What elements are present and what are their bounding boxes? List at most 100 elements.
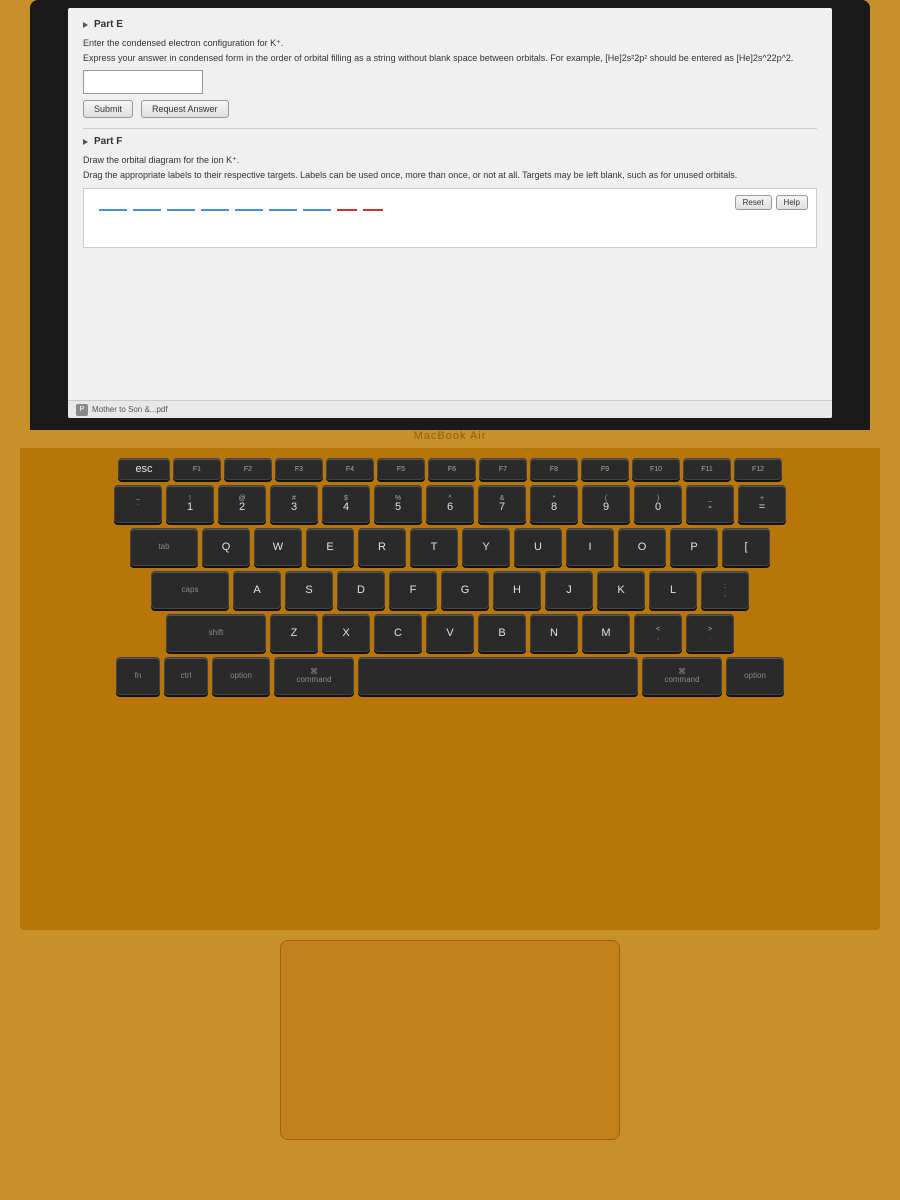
key-f12[interactable]: F12: [734, 458, 782, 480]
key-f11[interactable]: F11: [683, 458, 731, 480]
orbital-line-1: [99, 209, 127, 211]
screen-bezel: Part E Enter the condensed electron conf…: [30, 0, 870, 430]
screen-content: Part E Enter the condensed electron conf…: [68, 8, 832, 418]
key-equals[interactable]: + =: [738, 485, 786, 523]
fn-key-row: esc F1 F2 F3 F4 F5 F6: [35, 458, 865, 480]
help-button[interactable]: Help: [776, 195, 808, 210]
orbital-diagram[interactable]: Reset Help: [83, 188, 817, 248]
option-right-label: option: [744, 672, 766, 680]
orbital-lines-container: [84, 189, 816, 231]
key-9[interactable]: ( 9: [582, 485, 630, 523]
key-option-left[interactable]: option: [212, 657, 270, 695]
key-y[interactable]: Y: [462, 528, 510, 566]
key-6[interactable]: ^ 6: [426, 485, 474, 523]
key-w[interactable]: W: [254, 528, 302, 566]
trackpad[interactable]: [280, 940, 620, 1140]
key-z[interactable]: Z: [270, 614, 318, 652]
key-shift-left[interactable]: shift: [166, 614, 266, 652]
key-f8[interactable]: F8: [530, 458, 578, 480]
key-3[interactable]: # 3: [270, 485, 318, 523]
key-f2[interactable]: F2: [224, 458, 272, 480]
orbital-line-3: [167, 209, 195, 211]
key-command-right[interactable]: ⌘ command: [642, 657, 722, 695]
key-x[interactable]: X: [322, 614, 370, 652]
key-h[interactable]: H: [493, 571, 541, 609]
key-a[interactable]: A: [233, 571, 281, 609]
submit-button[interactable]: Submit: [83, 100, 133, 118]
key-l[interactable]: L: [649, 571, 697, 609]
key-g[interactable]: G: [441, 571, 489, 609]
command-left-label: command: [296, 676, 331, 684]
key-f[interactable]: F: [389, 571, 437, 609]
part-f-instruction2: Drag the appropriate labels to their res…: [83, 170, 817, 182]
bottom-bar-file-label: Mother to Son &...pdf: [92, 405, 168, 414]
key-option-right[interactable]: option: [726, 657, 784, 695]
key-e[interactable]: E: [306, 528, 354, 566]
key-caps-lock[interactable]: caps: [151, 571, 229, 609]
part-f-label: Part F: [94, 135, 122, 149]
key-d[interactable]: D: [337, 571, 385, 609]
modifier-row: fn ctrl option ⌘ command ⌘ command: [35, 657, 865, 695]
key-m[interactable]: M: [582, 614, 630, 652]
reset-button[interactable]: Reset: [735, 195, 772, 210]
key-c[interactable]: C: [374, 614, 422, 652]
key-esc[interactable]: esc: [118, 458, 170, 480]
request-answer-button[interactable]: Request Answer: [141, 100, 229, 118]
orbital-line-2: [133, 209, 161, 211]
key-b[interactable]: B: [478, 614, 526, 652]
part-e-instruction1: Enter the condensed electron configurati…: [83, 38, 817, 50]
key-8[interactable]: * 8: [530, 485, 578, 523]
part-e-header: Part E: [83, 18, 817, 32]
part-e-instruction2: Express your answer in condensed form in…: [83, 53, 817, 65]
key-r[interactable]: R: [358, 528, 406, 566]
key-n[interactable]: N: [530, 614, 578, 652]
key-semicolon[interactable]: : ;: [701, 571, 749, 609]
key-7[interactable]: & 7: [478, 485, 526, 523]
electron-config-input[interactable]: [83, 70, 203, 94]
key-o[interactable]: O: [618, 528, 666, 566]
key-comma[interactable]: < ,: [634, 614, 682, 652]
key-backtick[interactable]: ~ `: [114, 485, 162, 523]
key-v[interactable]: V: [426, 614, 474, 652]
key-f7[interactable]: F7: [479, 458, 527, 480]
key-f5[interactable]: F5: [377, 458, 425, 480]
key-f9[interactable]: F9: [581, 458, 629, 480]
macbook-brand-label: MacBook Air: [414, 430, 487, 442]
orbital-line-8: [337, 209, 357, 211]
part-e-buttons: Submit Request Answer: [83, 100, 817, 118]
key-t[interactable]: T: [410, 528, 458, 566]
key-bracket-left[interactable]: [: [722, 528, 770, 566]
key-ctrl[interactable]: ctrl: [164, 657, 208, 695]
key-i[interactable]: I: [566, 528, 614, 566]
key-f10[interactable]: F10: [632, 458, 680, 480]
key-tab[interactable]: tab: [130, 528, 198, 566]
key-k[interactable]: K: [597, 571, 645, 609]
key-0[interactable]: ) 0: [634, 485, 682, 523]
collapse-triangle-f[interactable]: [83, 139, 88, 145]
zxcv-row: shift Z X C V B N M < , > .: [35, 614, 865, 652]
key-5[interactable]: % 5: [374, 485, 422, 523]
key-j[interactable]: J: [545, 571, 593, 609]
key-command-left[interactable]: ⌘ command: [274, 657, 354, 695]
key-p[interactable]: P: [670, 528, 718, 566]
key-1[interactable]: ! 1: [166, 485, 214, 523]
key-f6[interactable]: F6: [428, 458, 476, 480]
key-2[interactable]: @ 2: [218, 485, 266, 523]
key-s[interactable]: S: [285, 571, 333, 609]
orbital-line-6: [269, 209, 297, 211]
key-minus[interactable]: _ -: [686, 485, 734, 523]
key-q[interactable]: Q: [202, 528, 250, 566]
part-e-label: Part E: [94, 18, 123, 32]
key-f1[interactable]: F1: [173, 458, 221, 480]
key-4[interactable]: $ 4: [322, 485, 370, 523]
keyboard-area: esc F1 F2 F3 F4 F5 F6: [20, 448, 880, 930]
key-u[interactable]: U: [514, 528, 562, 566]
key-space[interactable]: [358, 657, 638, 695]
document-content: Part E Enter the condensed electron conf…: [68, 8, 832, 264]
key-fn[interactable]: fn: [116, 657, 160, 695]
key-f3[interactable]: F3: [275, 458, 323, 480]
collapse-triangle-e[interactable]: [83, 22, 88, 28]
keyboard: esc F1 F2 F3 F4 F5 F6: [35, 458, 865, 695]
key-f4[interactable]: F4: [326, 458, 374, 480]
key-period[interactable]: > .: [686, 614, 734, 652]
